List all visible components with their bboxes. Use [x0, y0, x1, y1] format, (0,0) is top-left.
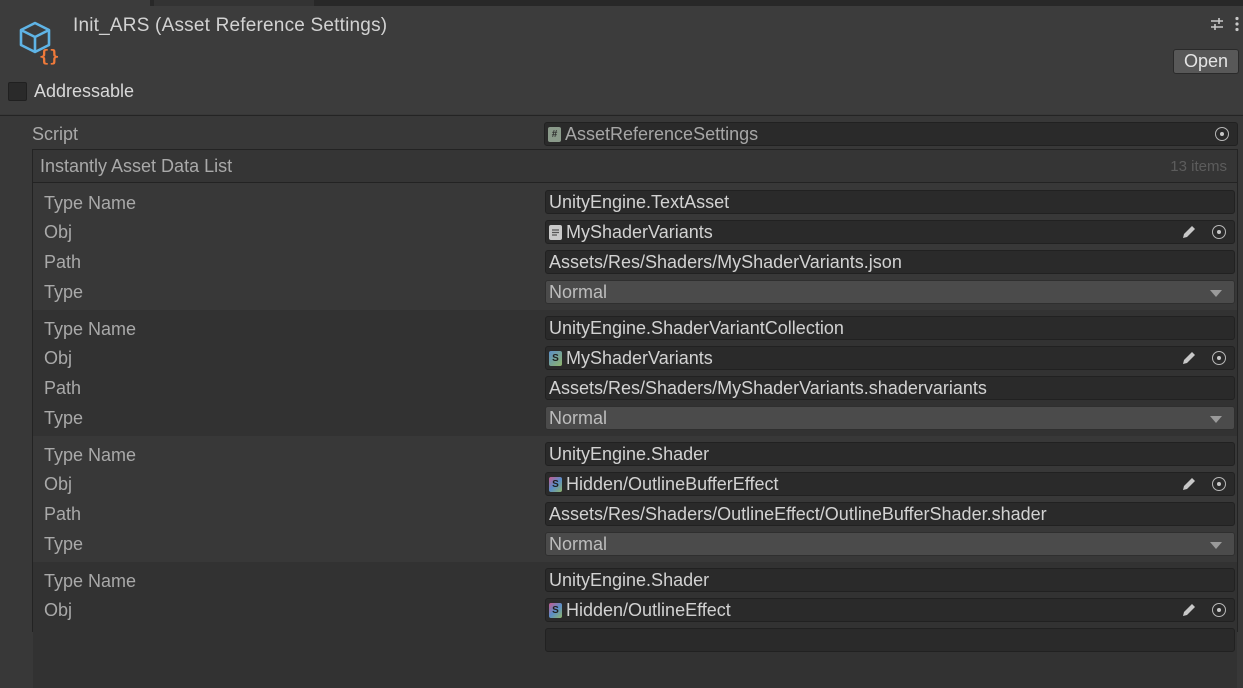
inspector-header: {} Init_ARS (Asset Reference Settings) O…: [0, 6, 1243, 114]
type-dropdown[interactable]: Normal: [545, 406, 1235, 430]
obj-field[interactable]: MyShaderVariants: [545, 220, 1235, 244]
object-picker-icon[interactable]: [1215, 127, 1229, 141]
csharp-script-icon: #: [548, 126, 561, 142]
type-label: Type: [44, 408, 84, 428]
list-element: Type Name UnityEngine.TextAsset Obj MySh…: [33, 184, 1237, 310]
type-label: Type: [44, 534, 84, 554]
type-name-label: Type Name: [44, 193, 137, 213]
chevron-down-icon: [1210, 290, 1222, 297]
path-label: Path: [44, 378, 82, 398]
type-name-field[interactable]: UnityEngine.Shader: [545, 568, 1235, 592]
obj-label: Obj: [44, 600, 73, 620]
shader-variant-collection-icon: S: [549, 350, 562, 366]
text-asset-icon: [549, 224, 562, 240]
obj-label: Obj: [44, 348, 73, 368]
edit-pencil-icon[interactable]: [1180, 349, 1198, 372]
type-dropdown[interactable]: Normal: [545, 280, 1235, 304]
open-button[interactable]: Open: [1173, 49, 1239, 74]
edit-pencil-icon[interactable]: [1180, 223, 1198, 246]
object-picker-icon[interactable]: [1212, 351, 1226, 365]
chevron-down-icon: [1210, 416, 1222, 423]
type-value: Normal: [549, 407, 608, 428]
presets-icon[interactable]: [1209, 16, 1225, 37]
chevron-down-icon: [1210, 542, 1222, 549]
path-label: Path: [44, 252, 82, 272]
type-value: Normal: [549, 281, 608, 302]
obj-field[interactable]: S MyShaderVariants: [545, 346, 1235, 370]
list-header[interactable]: Instantly Asset Data List 13 items: [33, 150, 1237, 183]
path-value: Assets/Res/Shaders/OutlineEffect/Outline…: [549, 503, 1047, 524]
asset-data-list: Instantly Asset Data List 13 items Type …: [32, 149, 1238, 688]
obj-value: Hidden/OutlineEffect: [566, 599, 731, 620]
list-count: 13 items: [1170, 158, 1227, 175]
type-label: Type: [44, 282, 84, 302]
edit-pencil-icon[interactable]: [1180, 601, 1198, 624]
obj-field[interactable]: S Hidden/OutlineBufferEffect: [545, 472, 1235, 496]
type-name-value: UnityEngine.Shader: [549, 443, 710, 464]
type-name-value: UnityEngine.TextAsset: [549, 191, 730, 212]
object-picker-icon[interactable]: [1212, 603, 1226, 617]
type-name-field[interactable]: UnityEngine.TextAsset: [545, 190, 1235, 214]
path-label: Path: [44, 504, 82, 524]
obj-value: MyShaderVariants: [566, 347, 713, 368]
list-title: Instantly Asset Data List: [40, 156, 233, 176]
type-value: Normal: [549, 533, 608, 554]
addressable-checkbox[interactable]: [8, 82, 27, 101]
list-element: Type Name UnityEngine.Shader Obj S Hidde…: [33, 436, 1237, 562]
obj-field[interactable]: S Hidden/OutlineEffect: [545, 598, 1235, 622]
type-name-value: UnityEngine.Shader: [549, 569, 710, 590]
obj-value: MyShaderVariants: [566, 221, 713, 242]
type-name-field[interactable]: UnityEngine.ShaderVariantCollection: [545, 316, 1235, 340]
obj-label: Obj: [44, 474, 73, 494]
asset-title: Init_ARS (Asset Reference Settings): [73, 15, 388, 36]
shader-icon: S: [549, 602, 562, 618]
object-picker-icon[interactable]: [1212, 225, 1226, 239]
type-name-label: Type Name: [44, 319, 137, 339]
script-row: Script # AssetReferenceSettings: [32, 122, 1238, 148]
script-field[interactable]: # AssetReferenceSettings: [544, 122, 1238, 146]
more-options-icon[interactable]: [1235, 16, 1239, 37]
list-element: Type Name UnityEngine.Shader Obj S Hidde…: [33, 562, 1237, 688]
type-name-label: Type Name: [44, 571, 137, 591]
obj-label: Obj: [44, 222, 73, 242]
scriptable-object-icon: {}: [18, 20, 64, 67]
addressable-label: Addressable: [34, 81, 135, 101]
type-name-label: Type Name: [44, 445, 137, 465]
path-field[interactable]: Assets/Res/Shaders/MyShaderVariants.json: [545, 250, 1235, 274]
edit-pencil-icon[interactable]: [1180, 475, 1198, 498]
addressable-toggle[interactable]: Addressable: [8, 81, 134, 102]
object-picker-icon[interactable]: [1212, 477, 1226, 491]
path-field[interactable]: Assets/Res/Shaders/OutlineEffect/Outline…: [545, 502, 1235, 526]
type-dropdown[interactable]: Normal: [545, 532, 1235, 556]
path-value: Assets/Res/Shaders/MyShaderVariants.shad…: [549, 377, 987, 398]
type-name-field[interactable]: UnityEngine.Shader: [545, 442, 1235, 466]
header-divider: [0, 115, 1243, 116]
path-field[interactable]: Assets/Res/Shaders/MyShaderVariants.shad…: [545, 376, 1235, 400]
script-label: Script: [32, 124, 79, 144]
path-value: Assets/Res/Shaders/MyShaderVariants.json: [549, 251, 902, 272]
type-name-value: UnityEngine.ShaderVariantCollection: [549, 317, 844, 338]
list-element: Type Name UnityEngine.ShaderVariantColle…: [33, 310, 1237, 436]
script-value: AssetReferenceSettings: [565, 123, 759, 144]
obj-value: Hidden/OutlineBufferEffect: [566, 473, 779, 494]
shader-icon: S: [549, 476, 562, 492]
svg-text:{}: {}: [39, 47, 59, 66]
